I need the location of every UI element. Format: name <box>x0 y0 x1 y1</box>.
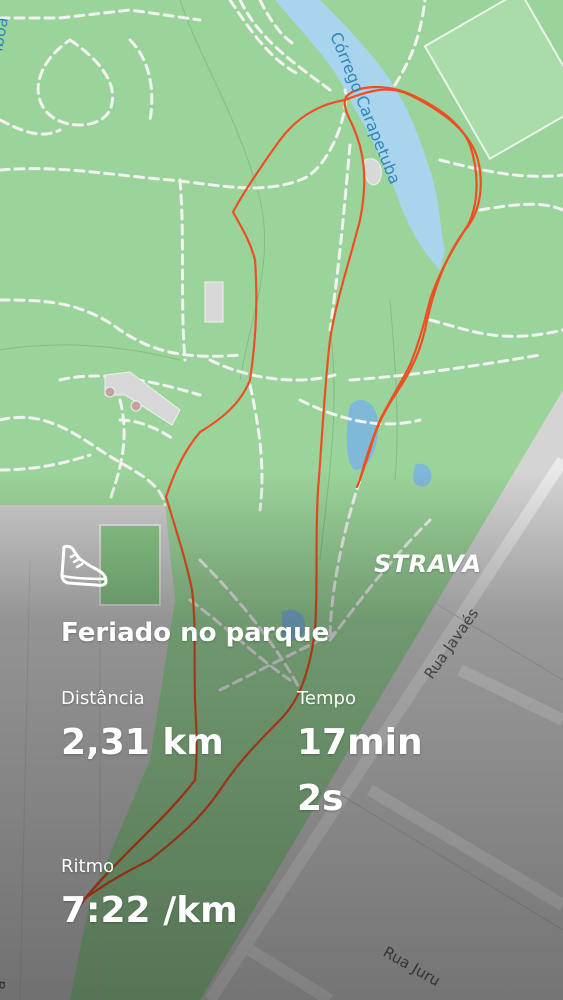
pond-water-small <box>412 463 432 487</box>
running-shoe-icon <box>60 544 108 587</box>
map: Córrego Carapetuba Rua Javaés Rua Juru l… <box>0 0 563 1000</box>
distance-label: Distância <box>61 688 145 709</box>
pace-label: Ritmo <box>61 856 115 877</box>
field-top-right <box>423 0 563 161</box>
distance-value: 2,31 km <box>61 722 224 763</box>
time-value-line1: 17min <box>297 722 423 763</box>
strava-logo: STRAVA <box>374 550 482 578</box>
stream-water <box>275 0 445 270</box>
activity-title: Feriado no parque <box>61 618 330 648</box>
pace-value: 7:22 /km <box>61 890 238 931</box>
time-label: Tempo <box>297 688 356 709</box>
street-label-partial-left: lboa <box>0 16 12 53</box>
time-value-line2: 2s <box>297 778 344 819</box>
